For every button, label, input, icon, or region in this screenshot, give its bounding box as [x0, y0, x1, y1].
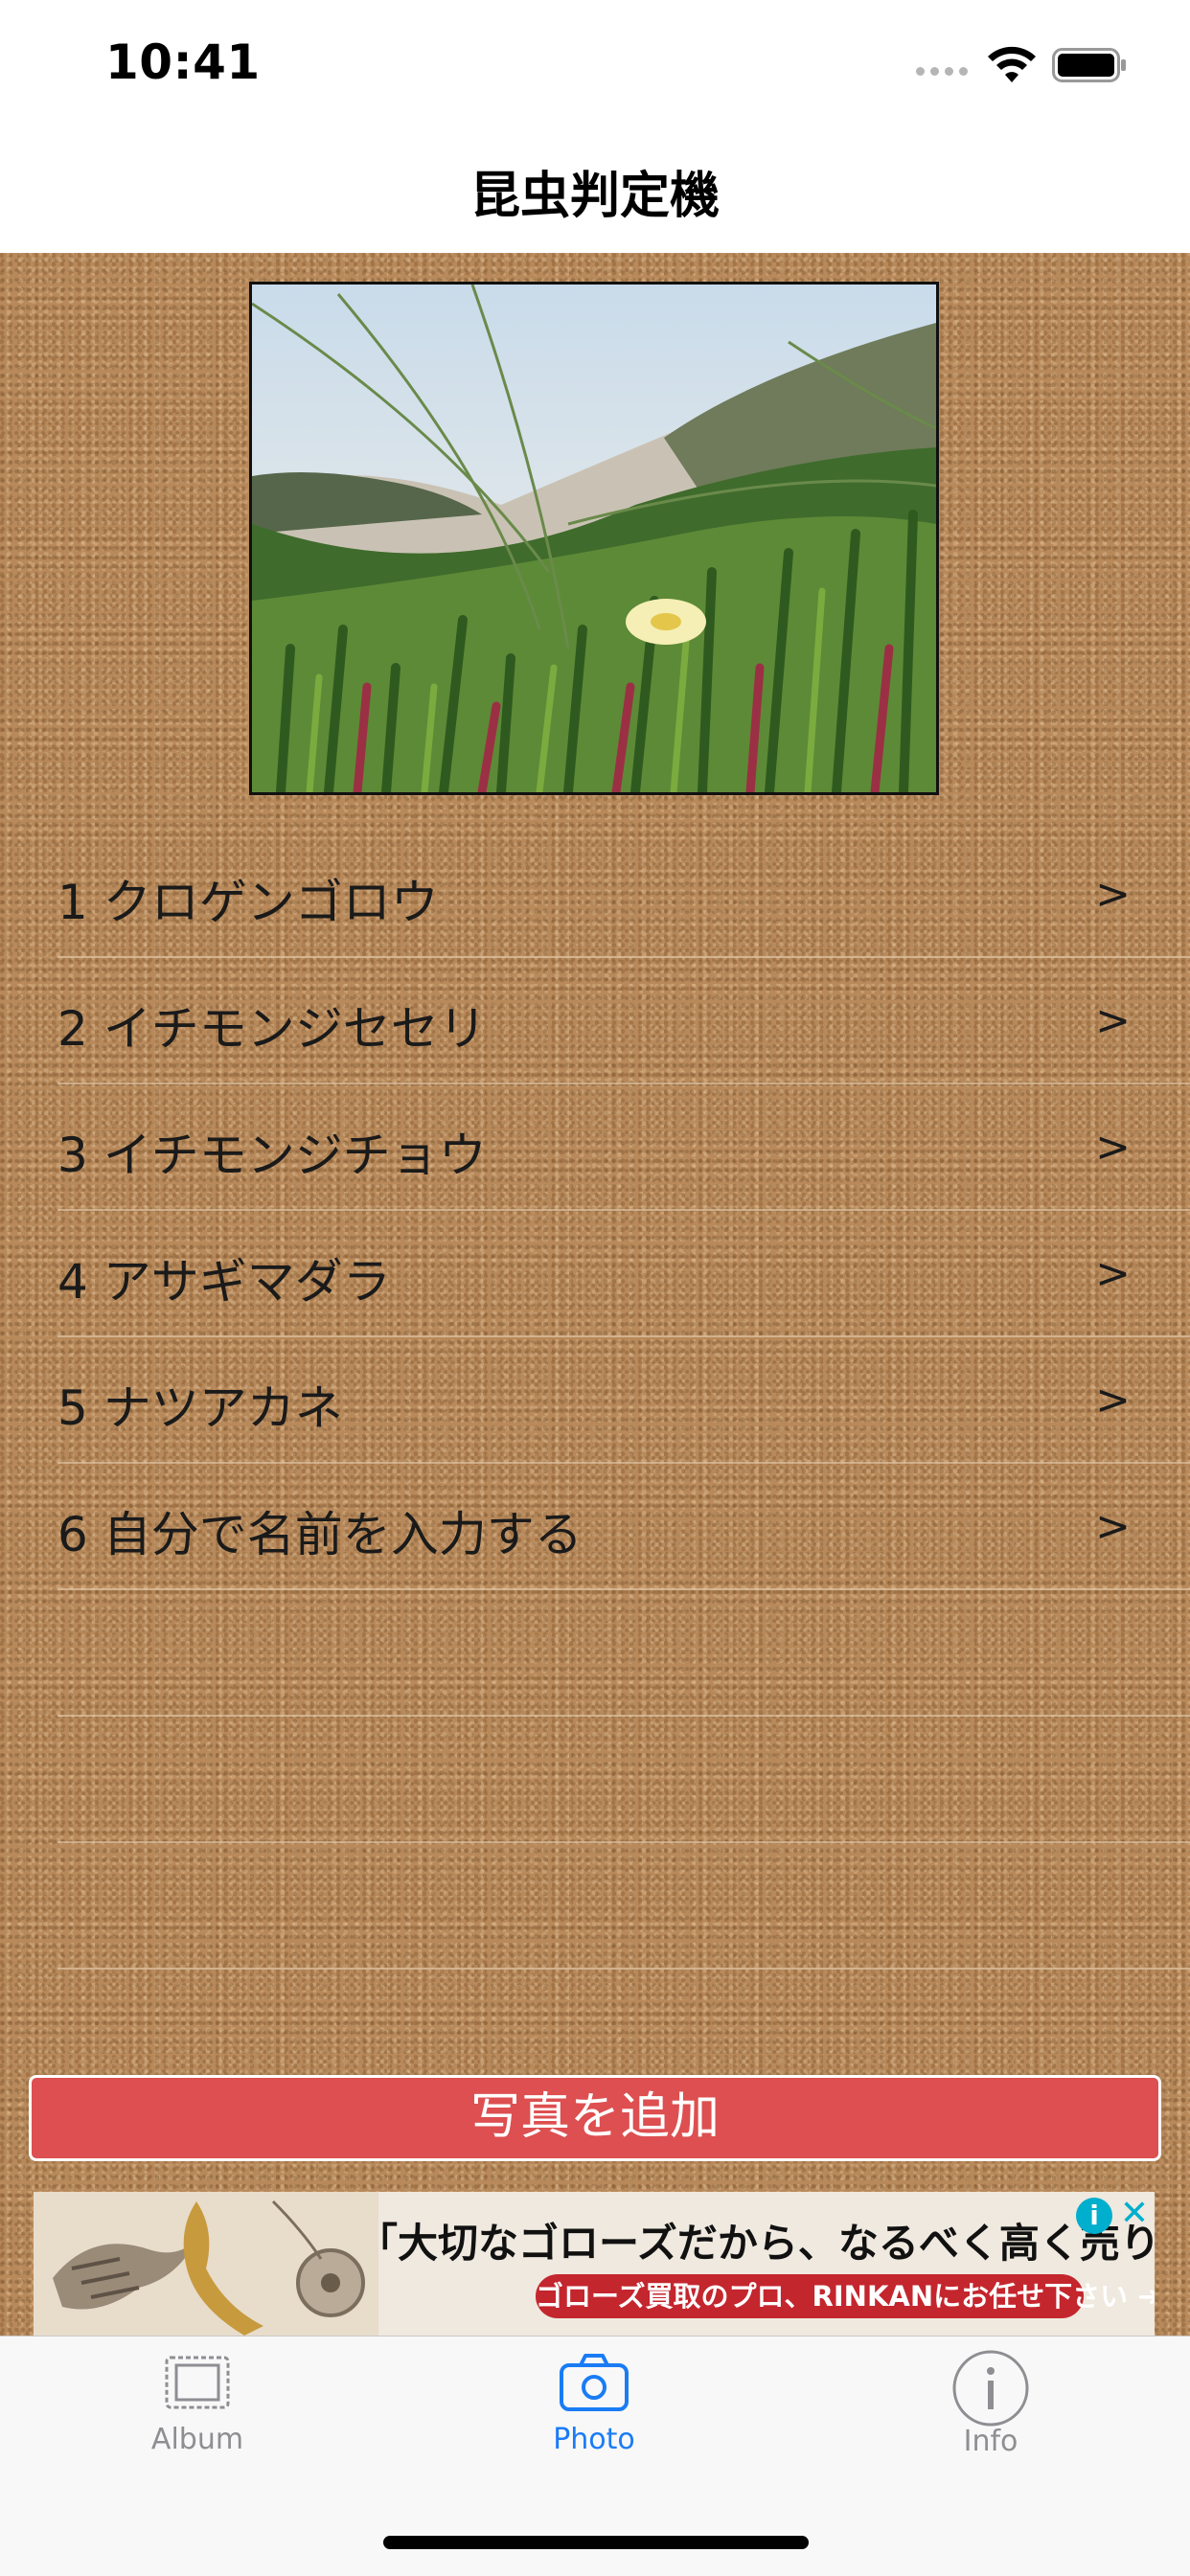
status-bar: 10:41: [0, 0, 1190, 126]
chevron-right-icon: >: [1095, 1123, 1131, 1172]
list-item[interactable]: 5 ナツアカネ >: [0, 1337, 1190, 1464]
list-item[interactable]: 3 イチモンジチョウ >: [0, 1084, 1190, 1211]
ad-cta[interactable]: ゴローズ買取のプロ、RINKANにお任せ下さい ➜: [536, 2274, 1155, 2318]
battery-icon: [1052, 48, 1126, 82]
empty-row: [0, 1590, 1190, 1717]
wifi-icon: [988, 46, 1036, 82]
info-icon: [952, 2350, 1029, 2427]
list-item-label: 4 アサギマダラ: [57, 1254, 391, 1310]
chevron-right-icon: >: [1095, 870, 1131, 919]
empty-row: [0, 1843, 1190, 1970]
empty-row: [0, 1717, 1190, 1843]
list-item[interactable]: 4 アサギマダラ >: [0, 1211, 1190, 1337]
jewelry-image-icon: [34, 2192, 378, 2336]
list-item-label: 1 クロゲンゴロウ: [57, 875, 439, 930]
tab-info[interactable]: Info: [876, 2348, 1106, 2458]
status-time: 10:41: [105, 34, 261, 90]
tab-photo-label: Photo: [553, 2423, 635, 2456]
insect-candidate-list: 1 クロゲンゴロウ > 2 イチモンジセセリ > 3 イチモンジチョウ > 4 …: [0, 832, 1190, 1970]
camera-icon: [560, 2354, 629, 2411]
list-item-label: 2 イチモンジセセリ: [57, 1001, 487, 1057]
list-item-label: 6 自分で名前を入力する: [57, 1507, 583, 1562]
ad-close-icon[interactable]: ✕: [1120, 2194, 1149, 2233]
chevron-right-icon: >: [1095, 1376, 1131, 1425]
tab-photo[interactable]: Photo: [479, 2348, 709, 2456]
page-title: 昆虫判定機: [469, 168, 720, 225]
chevron-right-icon: >: [1095, 1249, 1131, 1298]
cellular-signal-icon: [916, 67, 973, 82]
photo-preview[interactable]: [249, 282, 939, 795]
album-icon: [165, 2356, 230, 2409]
chevron-right-icon: >: [1095, 996, 1131, 1045]
list-item-label: 3 イチモンジチョウ: [57, 1128, 487, 1183]
tab-info-label: Info: [963, 2425, 1018, 2458]
ad-headline: 「大切なゴローズだから、なるべく高く売りたい」: [357, 2220, 1155, 2267]
tab-album[interactable]: Album: [82, 2348, 312, 2456]
add-photo-button[interactable]: 写真を追加: [29, 2075, 1161, 2161]
flower-photo-icon: [252, 285, 936, 792]
home-indicator: [383, 2536, 809, 2549]
list-item[interactable]: 2 イチモンジセセリ >: [0, 958, 1190, 1084]
list-item-label: 5 ナツアカネ: [57, 1380, 343, 1436]
ad-info-icon[interactable]: i: [1076, 2198, 1112, 2234]
list-item[interactable]: 1 クロゲンゴロウ >: [0, 832, 1190, 958]
ad-banner[interactable]: 「大切なゴローズだから、なるべく高く売りたい」 ゴローズ買取のプロ、RINKAN…: [34, 2192, 1155, 2336]
tab-album-label: Album: [150, 2423, 244, 2456]
navigation-bar: 昆虫判定機: [0, 126, 1190, 253]
chevron-right-icon: >: [1095, 1502, 1131, 1551]
list-item[interactable]: 6 自分で名前を入力する >: [0, 1464, 1190, 1590]
